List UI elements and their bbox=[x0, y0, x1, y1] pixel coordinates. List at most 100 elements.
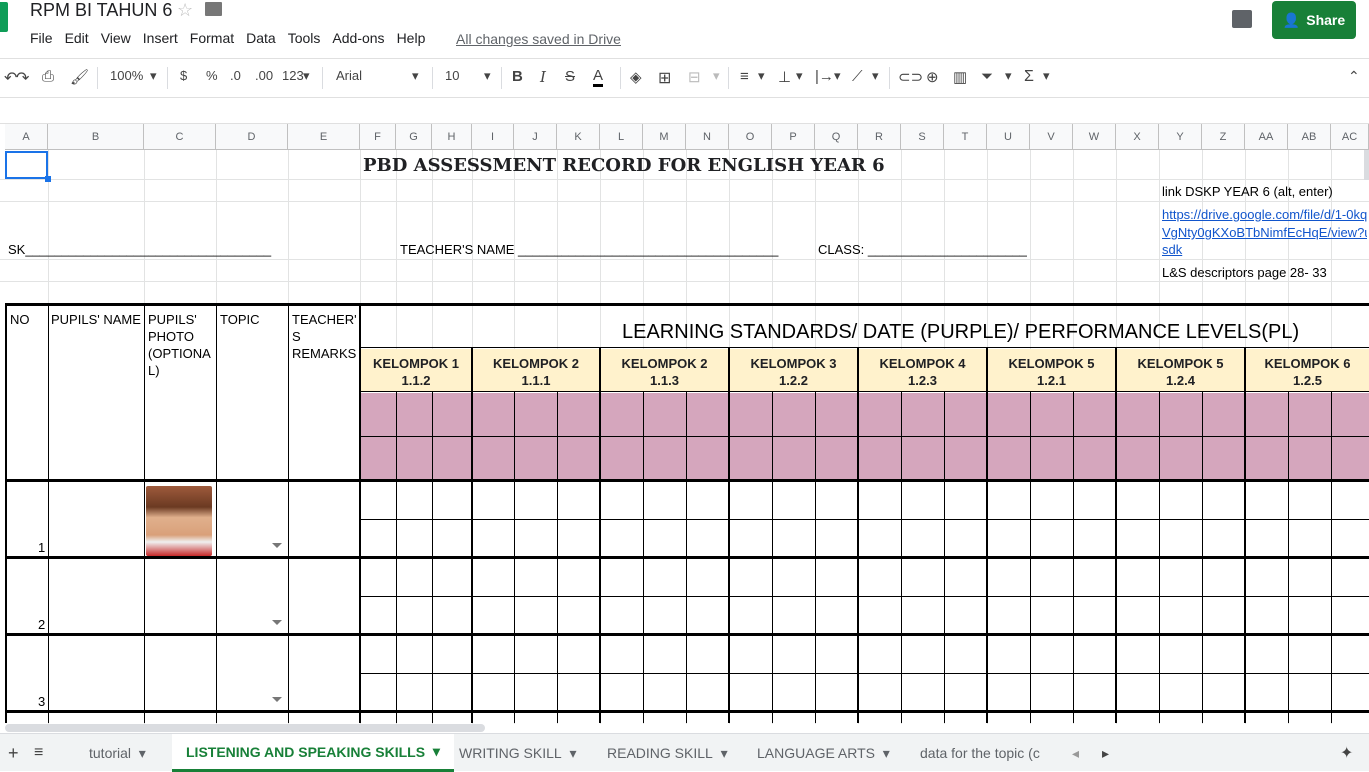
column-header-k[interactable]: K bbox=[557, 124, 600, 150]
sheets-logo-icon[interactable] bbox=[0, 2, 8, 32]
column-header-ab[interactable]: AB bbox=[1288, 124, 1331, 150]
chevron-down-icon[interactable]: ▾ bbox=[1005, 68, 1012, 84]
menu-help[interactable]: Help bbox=[397, 30, 426, 46]
horizontal-align-icon[interactable]: ≡ bbox=[740, 68, 749, 85]
tab-reading-skill[interactable]: READING SKILL ▾ bbox=[593, 734, 742, 772]
all-sheets-icon[interactable]: ≡ bbox=[26, 734, 51, 772]
tab-writing-skill[interactable]: WRITING SKILL ▾ bbox=[445, 734, 591, 772]
column-header-w[interactable]: W bbox=[1073, 124, 1116, 150]
vertical-scrollbar[interactable] bbox=[1364, 150, 1369, 180]
chevron-down-icon[interactable]: ▾ bbox=[713, 68, 720, 84]
column-header-a[interactable]: A bbox=[5, 124, 48, 150]
increase-decimal-button[interactable]: .00 bbox=[255, 68, 273, 83]
text-rotation-icon[interactable]: ⟋ bbox=[852, 68, 863, 85]
pupil-photo[interactable] bbox=[146, 486, 212, 556]
column-header-v[interactable]: V bbox=[1030, 124, 1073, 150]
redo-icon[interactable]: ↷ bbox=[16, 68, 29, 88]
column-header-o[interactable]: O bbox=[729, 124, 772, 150]
zoom-select[interactable]: 100% bbox=[110, 68, 143, 83]
menu-data[interactable]: Data bbox=[246, 30, 276, 46]
chevron-down-icon[interactable]: ▾ bbox=[150, 68, 157, 84]
menu-addons[interactable]: Add-ons bbox=[332, 30, 384, 46]
insert-link-icon[interactable]: ⊂⊃ bbox=[898, 68, 923, 86]
chevron-down-icon[interactable]: ▾ bbox=[303, 68, 310, 84]
menu-edit[interactable]: Edit bbox=[65, 30, 89, 46]
italic-icon[interactable]: I bbox=[540, 68, 546, 86]
tab-language-arts[interactable]: LANGUAGE ARTS ▾ bbox=[743, 734, 904, 772]
horizontal-scrollbar[interactable] bbox=[5, 724, 485, 732]
star-icon[interactable]: ☆ bbox=[177, 0, 193, 21]
column-header-m[interactable]: M bbox=[643, 124, 686, 150]
column-header-u[interactable]: U bbox=[987, 124, 1030, 150]
formula-bar[interactable] bbox=[0, 98, 1369, 124]
column-header-h[interactable]: H bbox=[432, 124, 472, 150]
explore-icon[interactable]: ✦ bbox=[1326, 734, 1367, 772]
dskp-link-line-1[interactable]: https://drive.google.com/file/d/1-0kq bbox=[1162, 206, 1367, 223]
chevron-down-icon[interactable]: ▾ bbox=[484, 68, 491, 84]
column-header-x[interactable]: X bbox=[1116, 124, 1159, 150]
column-header-f[interactable]: F bbox=[360, 124, 396, 150]
chevron-down-icon[interactable]: ▾ bbox=[412, 68, 419, 84]
column-header-j[interactable]: J bbox=[514, 124, 557, 150]
save-status[interactable]: All changes saved in Drive bbox=[456, 31, 621, 47]
column-header-e[interactable]: E bbox=[288, 124, 360, 150]
percent-format-button[interactable]: % bbox=[206, 68, 218, 83]
fill-handle[interactable] bbox=[45, 176, 51, 182]
paint-format-icon[interactable]: 🖌 bbox=[70, 68, 89, 86]
chevron-down-icon[interactable]: ▾ bbox=[834, 68, 841, 84]
vertical-align-icon[interactable]: ⊥ bbox=[778, 68, 791, 86]
dskp-link-line-2[interactable]: VgNty0gKXoBTbNimfEcHqE/view?u bbox=[1162, 224, 1367, 241]
column-header-c[interactable]: C bbox=[144, 124, 216, 150]
column-header-q[interactable]: Q bbox=[815, 124, 858, 150]
decrease-decimal-button[interactable]: .0 bbox=[230, 68, 241, 83]
tab-listening-speaking[interactable]: LISTENING AND SPEAKING SKILLS ▾ bbox=[172, 734, 454, 772]
text-wrapping-icon[interactable]: |→ bbox=[815, 68, 834, 85]
filter-icon[interactable]: ⏷ bbox=[981, 68, 993, 85]
print-icon[interactable]: ⎙ bbox=[42, 68, 54, 85]
insert-chart-icon[interactable]: ▥ bbox=[953, 68, 967, 86]
tab-tutorial[interactable]: tutorial ▾ bbox=[75, 734, 160, 772]
column-header-d[interactable]: D bbox=[216, 124, 288, 150]
fill-color-icon[interactable]: ◈ bbox=[630, 68, 642, 86]
bold-icon[interactable]: B bbox=[512, 68, 523, 85]
folder-icon[interactable] bbox=[205, 2, 222, 16]
scroll-tabs-right-icon[interactable]: ▸ bbox=[1088, 734, 1123, 772]
column-header-z[interactable]: Z bbox=[1202, 124, 1245, 150]
column-header-n[interactable]: N bbox=[686, 124, 729, 150]
font-select[interactable]: Arial bbox=[336, 68, 362, 83]
column-header-y[interactable]: Y bbox=[1159, 124, 1202, 150]
more-formats-button[interactable]: 123 bbox=[282, 68, 304, 83]
column-header-b[interactable]: B bbox=[48, 124, 144, 150]
dskp-link-line-3[interactable]: sdk bbox=[1162, 241, 1182, 258]
column-header-t[interactable]: T bbox=[944, 124, 987, 150]
strikethrough-icon[interactable]: S bbox=[565, 68, 575, 85]
column-header-i[interactable]: I bbox=[472, 124, 514, 150]
currency-format-button[interactable]: $ bbox=[180, 68, 187, 83]
add-sheet-icon[interactable]: + bbox=[0, 734, 27, 772]
borders-icon[interactable]: ⊞ bbox=[658, 68, 671, 88]
column-header-ac[interactable]: AC bbox=[1331, 124, 1369, 150]
share-button[interactable]: 👤 Share bbox=[1272, 1, 1356, 39]
merge-cells-icon[interactable]: ⊟ bbox=[688, 68, 701, 86]
menu-tools[interactable]: Tools bbox=[288, 30, 321, 46]
column-header-aa[interactable]: AA bbox=[1245, 124, 1288, 150]
menu-format[interactable]: Format bbox=[190, 30, 234, 46]
collapse-icon[interactable]: ⌃ bbox=[1348, 68, 1360, 85]
chevron-down-icon[interactable]: ▾ bbox=[872, 68, 879, 84]
dropdown-arrow-icon[interactable] bbox=[272, 697, 282, 702]
column-header-p[interactable]: P bbox=[772, 124, 815, 150]
dropdown-arrow-icon[interactable] bbox=[272, 543, 282, 548]
font-size-select[interactable]: 10 bbox=[445, 68, 459, 83]
column-header-r[interactable]: R bbox=[858, 124, 901, 150]
chevron-down-icon[interactable]: ▾ bbox=[1043, 68, 1050, 84]
functions-icon[interactable]: Σ bbox=[1024, 68, 1034, 86]
text-color-icon[interactable]: A bbox=[593, 68, 604, 87]
menu-view[interactable]: View bbox=[101, 30, 131, 46]
chevron-down-icon[interactable]: ▾ bbox=[758, 68, 765, 84]
selected-cell[interactable] bbox=[5, 151, 48, 179]
tab-data-for-topic[interactable]: data for the topic (c bbox=[906, 734, 1052, 772]
chevron-down-icon[interactable]: ▾ bbox=[796, 68, 803, 84]
column-header-g[interactable]: G bbox=[396, 124, 432, 150]
menu-insert[interactable]: Insert bbox=[143, 30, 178, 46]
dropdown-arrow-icon[interactable] bbox=[272, 620, 282, 625]
